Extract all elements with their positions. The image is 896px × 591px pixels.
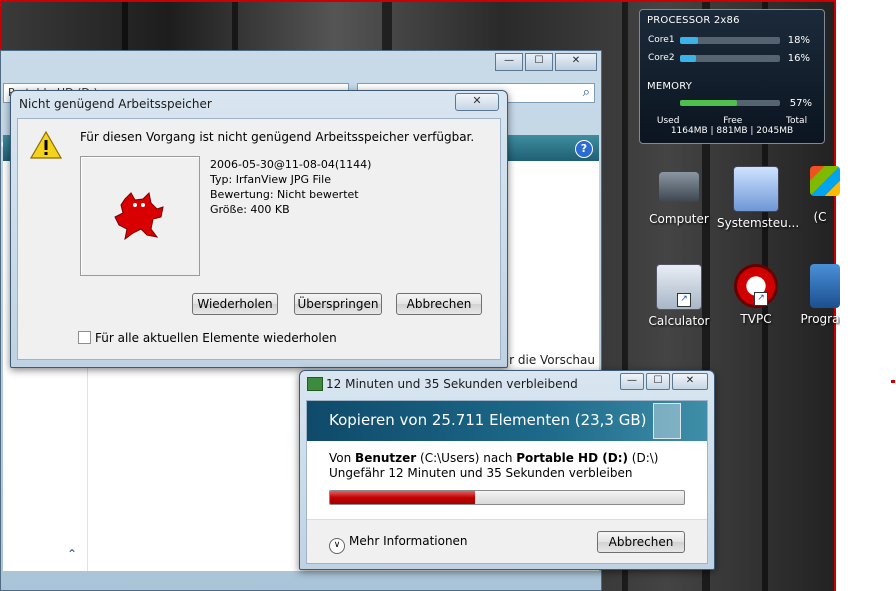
computer-icon: [659, 172, 699, 202]
copy-cancel-button[interactable]: Abbrechen: [597, 531, 685, 553]
programs-icon: [810, 264, 840, 308]
desktop-icon-control-panel[interactable]: Systemsteu...: [717, 166, 799, 230]
cancel-button[interactable]: Abbrechen: [396, 293, 482, 315]
more-info-toggle[interactable]: ∨ Mehr Informationen: [329, 534, 468, 554]
core2-row: Core2 16%: [648, 53, 818, 65]
destination-name: Portable HD (D:): [516, 451, 628, 465]
more-info-label: Mehr Informationen: [349, 534, 468, 548]
destination-path: (D:\): [627, 451, 659, 465]
error-dialog: Nicht genügend Arbeitsspeicher ✕ Für die…: [10, 90, 508, 368]
minimize-button[interactable]: —: [620, 373, 644, 390]
core-percent: 16%: [787, 53, 810, 64]
processor-title: PROCESSOR 2x86: [647, 15, 740, 26]
copy-icon: [307, 377, 323, 391]
desktop-icon-computer[interactable]: Computer: [640, 166, 718, 226]
outside-area: [836, 0, 896, 591]
control-panel-icon: [733, 166, 779, 212]
red-mark: [891, 380, 895, 383]
stats-values: 1164MB | 881MB | 2045MB: [670, 126, 794, 136]
shortcut-arrow-icon: ↗: [754, 292, 768, 306]
free-label: Free: [723, 116, 743, 126]
desktop-icon-calculator[interactable]: ↗ Calculator: [640, 264, 718, 328]
memory-percent: 57%: [789, 98, 812, 109]
desktop-icon-label: Progra: [800, 312, 840, 326]
desktop-icon-programs[interactable]: Progra: [800, 264, 840, 326]
memory-title: MEMORY: [647, 81, 693, 92]
help-icon[interactable]: ?: [575, 140, 593, 158]
copy-footer: ∨ Mehr Informationen Abbrechen: [307, 519, 707, 563]
file-rating: Bewertung: Nicht bewertet: [210, 188, 359, 201]
core-label: Core2: [648, 53, 675, 63]
close-button[interactable]: ✕: [555, 53, 597, 71]
from-label: Von: [329, 451, 356, 465]
core-label: Core1: [648, 35, 675, 45]
desktop-icon-partial[interactable]: (C: [800, 166, 840, 224]
retry-button[interactable]: Wiederholen: [192, 293, 278, 315]
total-label: Total: [786, 116, 808, 126]
core1-row: Core1 18%: [648, 35, 818, 47]
desktop-icon-tvpc[interactable]: ↗ TVPC: [717, 264, 795, 326]
close-button[interactable]: ✕: [672, 373, 708, 390]
shortcut-arrow-icon: ↗: [677, 293, 691, 307]
search-icon[interactable]: ⌕: [583, 85, 590, 100]
copy-banner: Kopieren von 25.711 Elementen (23,3 GB): [307, 401, 707, 441]
core-bar-fill: [680, 37, 698, 44]
skip-button[interactable]: Überspringen: [294, 293, 382, 315]
copy-source-destination: Von Benutzer (C:\Users) nach Portable HD…: [329, 451, 659, 465]
chevron-up-icon[interactable]: ⌃: [67, 547, 77, 561]
copy-window-controls: — ☐ ✕: [618, 373, 708, 390]
desktop-icon-label: (C: [813, 210, 827, 224]
maximize-button[interactable]: ☐: [525, 53, 553, 71]
file-size: Größe: 400 KB: [210, 203, 290, 216]
checkbox-box[interactable]: [78, 331, 91, 344]
core-percent: 18%: [787, 35, 810, 46]
chevron-down-icon[interactable]: ∨: [329, 538, 345, 554]
source-name: Benutzer: [355, 451, 417, 465]
desktop-icon-label: Calculator: [648, 314, 710, 328]
used-label: Used: [656, 116, 680, 126]
dialog-body: Für diesen Vorgang ist nicht genügend Ar…: [17, 118, 501, 360]
error-message: Für diesen Vorgang ist nicht genügend Ar…: [80, 130, 475, 144]
window-controls: — ☐ ✕: [493, 53, 597, 71]
dialog-title: Nicht genügend Arbeitsspeicher: [19, 97, 212, 111]
file-animation-icon: [653, 403, 681, 439]
copy-dialog-body: Kopieren von 25.711 Elementen (23,3 GB) …: [306, 400, 708, 564]
minimize-button[interactable]: —: [495, 53, 523, 71]
desktop-icon-label: Computer: [649, 212, 709, 226]
file-thumbnail: [80, 156, 200, 276]
repeat-all-checkbox[interactable]: Für alle aktuellen Elemente wiederholen: [78, 331, 337, 345]
desktop-icon-label: Systemsteu...: [717, 216, 800, 230]
memory-bar-fill: [680, 100, 737, 106]
dialog-close-button[interactable]: ✕: [455, 93, 499, 111]
maximize-button[interactable]: ☐: [646, 373, 670, 390]
memory-bar: [680, 100, 780, 106]
copy-heading: Kopieren von 25.711 Elementen (23,3 GB): [329, 411, 647, 429]
progress-bar: [329, 490, 685, 505]
core-bar: [680, 37, 780, 44]
file-name: 2006-05-30@11-08-04(1144): [210, 158, 372, 171]
file-type: Typ: IrfanView JPG File: [210, 173, 331, 186]
time-remaining: Ungefähr 12 Minuten und 35 Sekunden verb…: [329, 466, 633, 480]
irfanview-cat-icon: [114, 191, 164, 241]
checkbox-label: Für alle aktuellen Elemente wiederholen: [95, 331, 337, 345]
cpu-meter-gadget[interactable]: PROCESSOR 2x86 Core1 18% Core2 16% MEMOR…: [639, 9, 825, 144]
calculator-icon: ↗: [656, 264, 702, 310]
stats-labels: Used Free Total: [640, 116, 824, 126]
source-path: (C:\Users) nach: [416, 451, 517, 465]
desktop-icon-label: TVPC: [740, 312, 772, 326]
copy-dialog-title: 12 Minuten und 35 Sekunden verbleibend: [326, 377, 578, 391]
windows-icon: [810, 166, 840, 196]
file-info: 2006-05-30@11-08-04(1144) Typ: IrfanView…: [210, 157, 371, 217]
memory-stats: Used Free Total 1164MB | 881MB | 2045MB: [640, 116, 824, 136]
tvpc-icon: ↗: [734, 264, 778, 308]
warning-icon: [30, 131, 62, 159]
preview-note: für die Vorschau: [497, 353, 595, 367]
core-bar-fill: [680, 55, 696, 62]
core-bar: [680, 55, 780, 62]
copy-progress-dialog: 12 Minuten und 35 Sekunden verbleibend —…: [299, 370, 715, 570]
progress-fill: [330, 491, 476, 504]
